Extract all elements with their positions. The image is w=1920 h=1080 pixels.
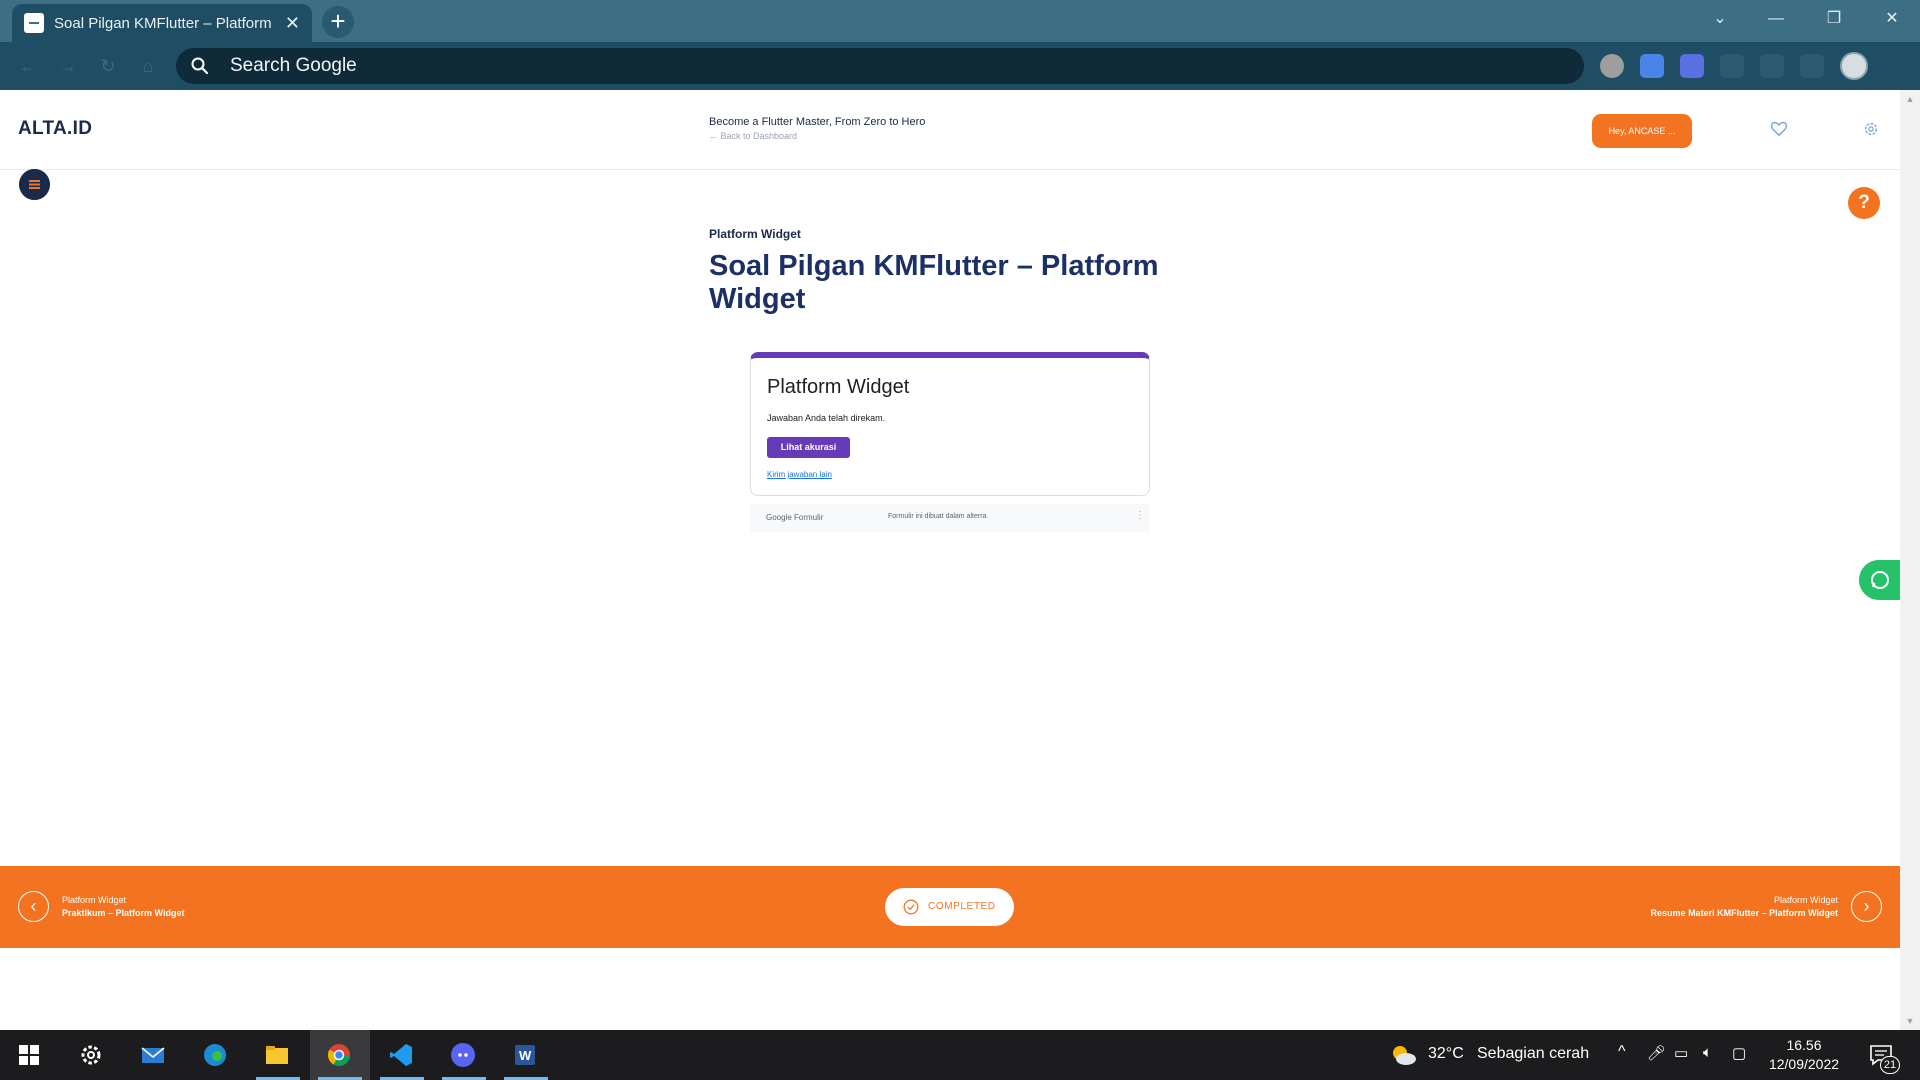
discord-extension-icon[interactable] xyxy=(1680,54,1704,78)
notification-badge: 21 xyxy=(1880,1056,1900,1074)
lesson-page: ALTA.ID Become a Flutter Master, From Ze… xyxy=(0,90,1900,1030)
taskbar-edge[interactable] xyxy=(186,1030,246,1080)
previous-lesson-title[interactable]: Praktikum – Platform Widget xyxy=(62,908,184,918)
side-panel-icon[interactable] xyxy=(1800,54,1824,78)
forward-icon[interactable]: → xyxy=(56,54,80,78)
browser-tab-strip: Soal Pilgan KMFlutter – Platform ✕ + ⌄ —… xyxy=(0,0,1920,42)
tab-close-icon[interactable]: ✕ xyxy=(285,13,300,34)
extension-icon[interactable] xyxy=(1720,54,1744,78)
back-to-dashboard-link[interactable]: ← Back to Dashboard xyxy=(709,131,797,141)
taskbar-file-explorer[interactable] xyxy=(248,1030,308,1080)
taskbar-discord[interactable] xyxy=(434,1030,494,1080)
vscode-icon xyxy=(390,1044,412,1066)
reading-list-icon[interactable] xyxy=(1760,54,1784,78)
reload-icon[interactable]: ↻ xyxy=(96,54,120,78)
form-confirmation-message: Jawaban Anda telah direkam. xyxy=(767,413,886,423)
help-icon[interactable]: ? xyxy=(1848,187,1880,219)
volume-icon[interactable]: 🔈︎ xyxy=(1703,1044,1712,1061)
mail-icon xyxy=(141,1047,165,1063)
close-window-button[interactable]: ✕ xyxy=(1864,0,1920,38)
minimize-button[interactable]: — xyxy=(1748,0,1804,38)
heart-icon[interactable] xyxy=(1770,120,1788,138)
weather-description[interactable]: Sebagian cerah xyxy=(1477,1045,1589,1063)
microphone-icon[interactable]: 🎤︎ xyxy=(1647,1044,1666,1062)
network-icon[interactable]: ▢ xyxy=(1732,1044,1746,1062)
translate-extension-icon[interactable] xyxy=(1640,54,1664,78)
next-lesson-section[interactable]: Platform Widget xyxy=(1774,895,1838,905)
next-lesson-title[interactable]: Resume Materi KMFlutter – Platform Widge… xyxy=(1651,908,1838,918)
clock-time: 16.56 xyxy=(1786,1037,1822,1053)
google-form-card: Platform Widget Jawaban Anda telah direk… xyxy=(750,352,1150,496)
view-score-button[interactable]: Lihat akurasi xyxy=(767,437,850,458)
scroll-down-icon[interactable]: ▼ xyxy=(1905,1016,1915,1026)
music-extension-icon[interactable] xyxy=(1600,54,1624,78)
submit-another-response-link[interactable]: Kirim jawaban lain xyxy=(767,470,832,479)
tab-favicon-icon xyxy=(24,13,44,33)
clock-date: 12/09/2022 xyxy=(1768,1056,1840,1072)
windows-logo-icon xyxy=(19,1045,39,1065)
discord-icon xyxy=(451,1043,475,1067)
check-circle-icon xyxy=(903,899,919,915)
omnibox[interactable]: Search Google xyxy=(176,48,1584,84)
battery-icon[interactable]: ▭ xyxy=(1674,1044,1688,1062)
taskbar-settings[interactable] xyxy=(62,1030,122,1080)
omnibox-text[interactable]: Search Google xyxy=(230,48,357,84)
tab-search-icon[interactable]: ⌄ xyxy=(1692,0,1748,38)
next-lesson-arrow-icon[interactable]: › xyxy=(1851,891,1882,922)
gear-icon[interactable] xyxy=(1862,120,1880,138)
weather-partly-sunny-icon[interactable] xyxy=(1390,1043,1418,1067)
site-logo[interactable]: ALTA.ID xyxy=(18,118,92,140)
google-forms-logo[interactable]: Google Formulir xyxy=(766,513,823,522)
taskbar-word[interactable]: W xyxy=(496,1030,556,1080)
course-title: Become a Flutter Master, From Zero to He… xyxy=(709,116,926,128)
word-icon: W xyxy=(515,1045,535,1065)
browser-tab[interactable]: Soal Pilgan KMFlutter – Platform ✕ xyxy=(12,4,312,42)
windows-taskbar: W 32°C Sebagian cerah ^ 🎤︎ ▭ 🔈︎ ▢ 16.56 … xyxy=(0,1030,1920,1080)
folder-icon xyxy=(266,1046,288,1064)
google-form-footer: Google Formulir Formulir ini dibuat dala… xyxy=(750,504,1150,532)
lesson-section-label: Platform Widget xyxy=(709,227,801,241)
previous-lesson-section[interactable]: Platform Widget xyxy=(62,895,126,905)
taskbar-chrome[interactable] xyxy=(310,1030,370,1080)
scroll-up-icon[interactable]: ▲ xyxy=(1905,94,1915,104)
form-footer-note: Formulir ini dibuat dalam alterra. xyxy=(888,513,989,520)
lesson-title: Soal Pilgan KMFlutter – Platform Widget xyxy=(709,250,1159,315)
start-button[interactable] xyxy=(0,1030,60,1080)
home-icon[interactable]: ⌂ xyxy=(136,54,160,78)
back-icon[interactable]: ← xyxy=(16,54,40,78)
svg-text:W: W xyxy=(519,1048,532,1063)
search-icon xyxy=(191,57,209,75)
show-hidden-icons-icon[interactable]: ^ xyxy=(1618,1043,1626,1061)
edge-icon xyxy=(204,1044,226,1066)
completed-label: COMPLETED xyxy=(928,901,996,912)
course-menu-icon[interactable] xyxy=(19,169,50,200)
form-title: Platform Widget xyxy=(767,376,910,398)
profile-avatar[interactable] xyxy=(1840,52,1868,80)
chrome-icon xyxy=(328,1044,350,1066)
site-header: ALTA.ID Become a Flutter Master, From Ze… xyxy=(0,90,1900,170)
browser-toolbar: ← → ↻ ⌂ Search Google xyxy=(0,42,1920,90)
previous-lesson-arrow-icon[interactable]: ‹ xyxy=(18,891,49,922)
completed-button[interactable]: COMPLETED xyxy=(885,888,1014,926)
new-tab-button[interactable]: + xyxy=(322,6,354,38)
settings-gear-icon xyxy=(81,1045,101,1065)
taskbar-vscode[interactable] xyxy=(372,1030,432,1080)
taskbar-mail[interactable] xyxy=(124,1030,184,1080)
whatsapp-icon[interactable] xyxy=(1859,560,1900,600)
restore-button[interactable]: ❐ xyxy=(1806,0,1862,38)
taskbar-clock[interactable]: 16.56 12/09/2022 xyxy=(1768,1036,1840,1074)
tab-title: Soal Pilgan KMFlutter – Platform xyxy=(54,14,272,32)
lesson-navigation-bar: ‹ Platform Widget Praktikum – Platform W… xyxy=(0,866,1900,948)
weather-temperature[interactable]: 32°C xyxy=(1428,1045,1464,1063)
page-scrollbar[interactable]: ▲ ▼ xyxy=(1900,90,1920,1030)
more-options-icon[interactable]: ⋮ xyxy=(1135,510,1145,521)
user-menu-button[interactable]: Hey, ANCASE ... xyxy=(1592,114,1692,148)
